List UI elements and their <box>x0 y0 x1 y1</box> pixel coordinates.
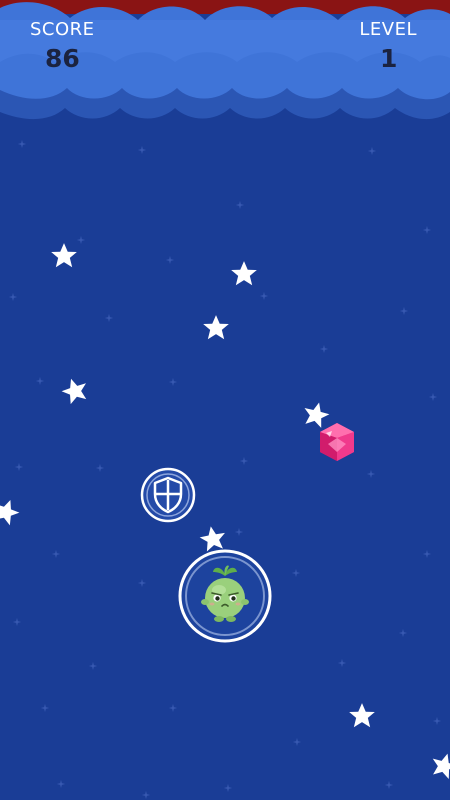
player-character[interactable] <box>177 548 273 644</box>
star-icon[interactable] <box>50 242 78 270</box>
star-icon[interactable] <box>230 260 258 288</box>
shield-icon <box>140 467 196 523</box>
twinkle-dots <box>8 139 442 800</box>
star-icon[interactable] <box>348 702 376 730</box>
star-icon[interactable] <box>202 314 230 342</box>
shield-powerup[interactable] <box>140 467 196 523</box>
level-value: 1 <box>380 44 398 73</box>
turnip-character-icon <box>178 549 272 643</box>
gem-icon <box>320 423 354 461</box>
game-stage[interactable]: SCORE 86 LEVEL 1 <box>0 0 450 800</box>
pink-gem[interactable] <box>318 422 356 462</box>
score-label: SCORE <box>30 19 95 40</box>
level-label: LEVEL <box>359 19 417 40</box>
score-value: 86 <box>45 44 80 73</box>
